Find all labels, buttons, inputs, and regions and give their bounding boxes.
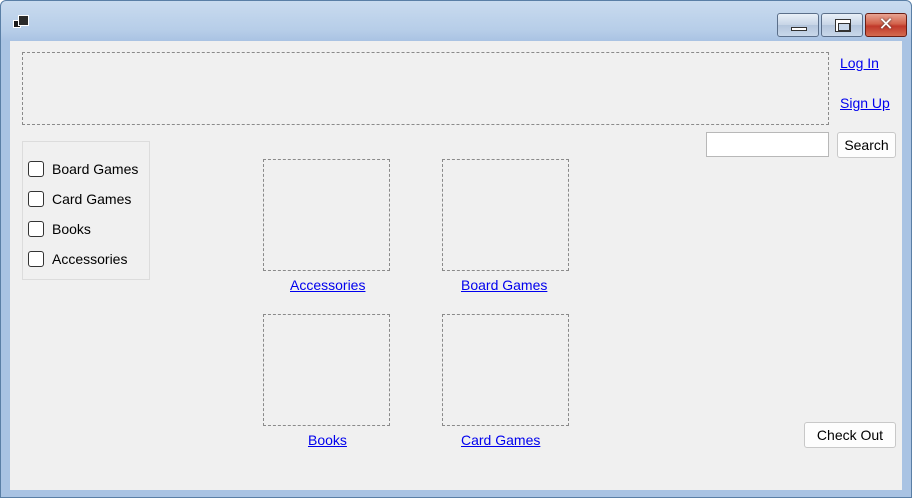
- filter-label: Accessories: [52, 251, 128, 267]
- banner-image-placeholder: [22, 52, 829, 125]
- board-games-image-placeholder[interactable]: [442, 159, 569, 271]
- filter-label: Card Games: [52, 191, 132, 207]
- filter-books[interactable]: Books: [28, 219, 91, 239]
- checkbox[interactable]: [28, 221, 44, 237]
- client-area: Log In Sign Up Search Board Games Card G…: [10, 41, 902, 490]
- minimize-button[interactable]: [777, 13, 819, 37]
- filter-label: Board Games: [52, 161, 139, 177]
- books-image-placeholder[interactable]: [263, 314, 390, 426]
- maximize-icon: [835, 19, 851, 32]
- login-link[interactable]: Log In: [840, 55, 879, 71]
- filter-card-games[interactable]: Card Games: [28, 189, 131, 209]
- books-link[interactable]: Books: [308, 432, 347, 448]
- maximize-button[interactable]: [821, 13, 863, 37]
- checkout-button[interactable]: Check Out: [804, 422, 896, 448]
- minimize-icon: [791, 27, 807, 31]
- checkbox[interactable]: [28, 191, 44, 207]
- filter-board-games[interactable]: Board Games: [28, 159, 138, 179]
- checkbox[interactable]: [28, 251, 44, 267]
- card-games-link[interactable]: Card Games: [461, 432, 540, 448]
- app-window: ✕ Log In Sign Up Search Board Games Card…: [0, 0, 912, 498]
- card-games-image-placeholder[interactable]: [442, 314, 569, 426]
- search-input[interactable]: [706, 132, 829, 157]
- search-button[interactable]: Search: [837, 132, 896, 158]
- category-filter-group: Board Games Card Games Books Accessories: [22, 141, 150, 280]
- accessories-link[interactable]: Accessories: [290, 277, 365, 293]
- filter-label: Books: [52, 221, 91, 237]
- app-icon[interactable]: [13, 15, 31, 31]
- signup-link[interactable]: Sign Up: [840, 95, 890, 111]
- accessories-image-placeholder[interactable]: [263, 159, 390, 271]
- close-icon: ✕: [878, 14, 894, 35]
- board-games-link[interactable]: Board Games: [461, 277, 547, 293]
- title-bar[interactable]: ✕: [1, 1, 911, 39]
- checkbox[interactable]: [28, 161, 44, 177]
- filter-accessories[interactable]: Accessories: [28, 249, 127, 269]
- close-button[interactable]: ✕: [865, 13, 907, 37]
